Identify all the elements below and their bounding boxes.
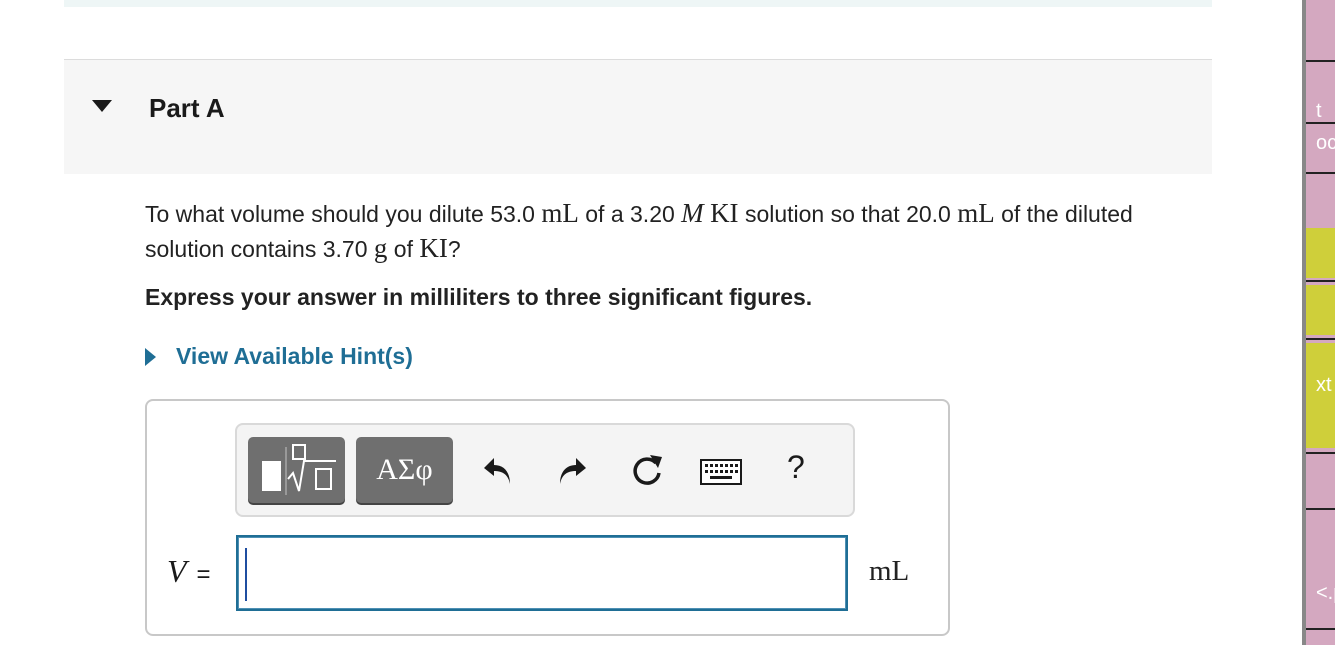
answer-box: ΑΣφ ? V = mL <box>145 399 950 636</box>
answer-label: V = <box>167 553 211 590</box>
panel-divider <box>1306 508 1335 510</box>
templates-button[interactable] <box>248 437 345 503</box>
panel-divider <box>1306 338 1335 340</box>
side-panel: t oc xt <.p <box>1302 0 1335 645</box>
panel-text: oc <box>1316 132 1335 154</box>
panel-highlight <box>1306 228 1335 278</box>
reset-icon[interactable] <box>628 451 666 489</box>
question-text-segment: of <box>387 236 420 262</box>
panel-text: <.p <box>1316 582 1335 604</box>
answer-instruction: Express your answer in milliliters to th… <box>145 284 813 310</box>
question-text-segment: solution so that <box>738 201 907 227</box>
view-hints-link[interactable]: View Available Hint(s) <box>145 343 413 370</box>
text-caret <box>245 548 247 601</box>
part-title: Part A <box>149 93 225 123</box>
question-text-segment: of a <box>578 201 631 227</box>
keyboard-icon[interactable] <box>700 459 742 485</box>
answer-unit: mL <box>869 555 910 587</box>
panel-divider <box>1306 60 1335 62</box>
panel-divider <box>1306 280 1335 282</box>
question-text: To what volume should you dilute 53.0 mL… <box>145 196 1215 266</box>
panel-divider <box>1306 452 1335 454</box>
molarity-symbol: M <box>681 198 704 228</box>
collapse-caret-icon[interactable] <box>92 100 112 112</box>
unit-ml: mL <box>957 198 995 228</box>
equals-sign: = <box>196 561 211 588</box>
panel-text: xt <box>1316 374 1332 396</box>
concentration-value: 3.20 <box>630 201 675 227</box>
math-toolbar: ΑΣφ ? <box>235 423 855 517</box>
part-header[interactable]: Part A <box>64 59 1212 174</box>
panel-text: t <box>1316 100 1322 122</box>
question-text-segment: To what volume should you dilute <box>145 201 491 227</box>
formula-ki: KI <box>419 233 448 263</box>
expand-caret-icon <box>145 347 156 366</box>
help-button[interactable]: ? <box>787 449 805 486</box>
unit-grams: g <box>373 233 388 263</box>
panel-divider <box>1306 628 1335 630</box>
panel-divider <box>1306 172 1335 174</box>
panel-divider <box>1306 122 1335 124</box>
redo-icon[interactable] <box>554 452 590 488</box>
panel-highlight <box>1306 285 1335 335</box>
answer-variable: V <box>167 553 187 589</box>
formula-ki: KI <box>710 198 739 228</box>
sample-volume-value: 20.0 <box>906 201 951 227</box>
templates-icon <box>262 444 336 495</box>
top-strip <box>64 0 1212 7</box>
greek-symbols-button[interactable]: ΑΣφ <box>356 437 453 503</box>
volume-value: 53.0 <box>490 201 535 227</box>
unit-ml: mL <box>541 198 579 228</box>
mass-value: 3.70 <box>322 236 368 262</box>
undo-icon[interactable] <box>480 452 516 488</box>
question-text-segment: ? <box>447 236 461 262</box>
answer-input[interactable] <box>236 535 848 611</box>
hint-label: View Available Hint(s) <box>176 343 413 369</box>
